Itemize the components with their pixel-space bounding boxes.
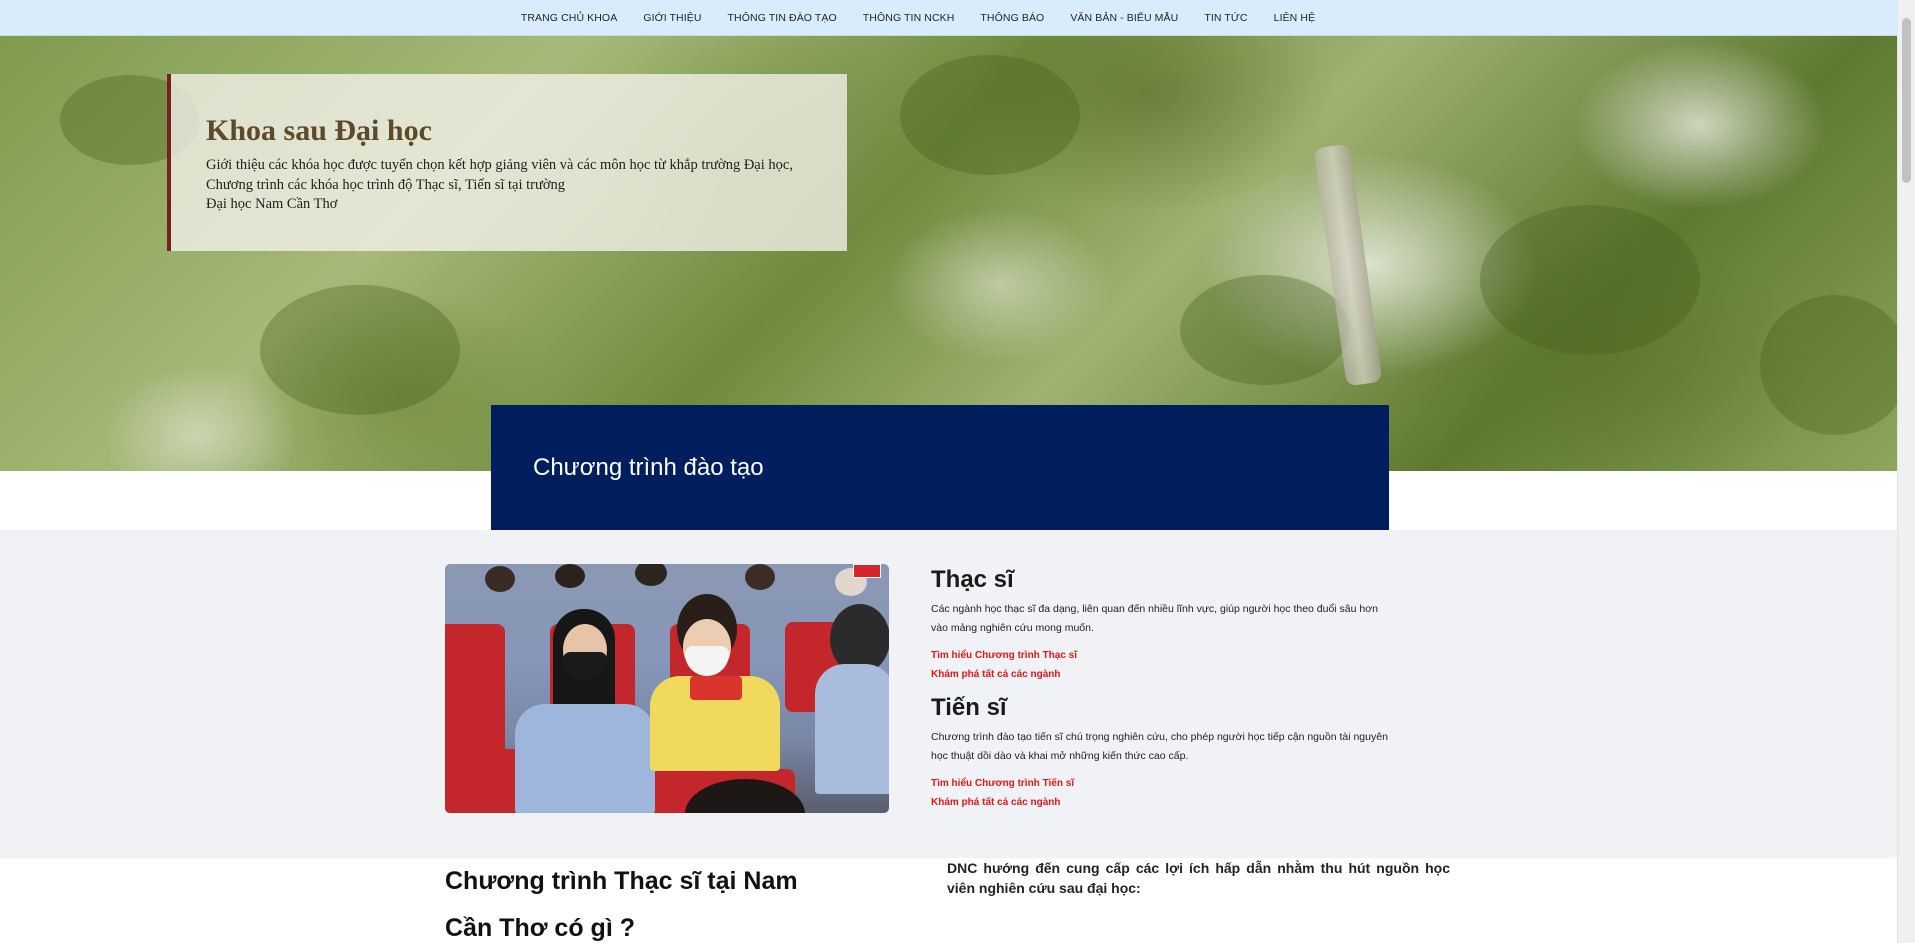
nav-item-contact[interactable]: LIÊN HỆ [1272, 12, 1318, 24]
hero-intro-line: Đại học Nam Cần Thơ [206, 196, 338, 212]
learn-masters-link[interactable]: Tìm hiểu Chương trình Thạc sĩ [931, 646, 1391, 665]
nav-item-news[interactable]: TIN TỨC [1202, 12, 1249, 24]
program-doctoral: Tiến sĩ Chương trình đào tạo tiến sĩ chú… [931, 694, 1391, 812]
hero-intro-box: Khoa sau Đại học Giới thiệu các khóa học… [167, 74, 847, 251]
photo-figure [815, 664, 889, 794]
page-scrollbar[interactable] [1897, 0, 1915, 943]
photo-figure [485, 566, 515, 592]
programs-banner: Chương trình đào tạo [491, 405, 1389, 530]
nav-item-training-info[interactable]: THÔNG TIN ĐÀO TẠO [726, 12, 839, 24]
photo-figure [690, 676, 742, 700]
nav-item-announcements[interactable]: THÔNG BÁO [978, 12, 1046, 24]
program-doctoral-description: Chương trình đào tạo tiến sĩ chú trọng n… [931, 731, 1388, 762]
masters-benefits-heading: Chương trình Thạc sĩ tại Nam Cần Thơ có … [445, 867, 798, 942]
nav-item-about[interactable]: GIỚI THIỆU [641, 12, 703, 24]
program-masters-description: Các ngành học thạc sĩ đa dạng, liên quan… [931, 603, 1378, 634]
nav-item-research-info[interactable]: THÔNG TIN NCKH [861, 12, 957, 24]
foliage-shape [900, 55, 1080, 175]
program-masters-title: Thạc sĩ [931, 566, 1014, 593]
photo-figure [555, 564, 585, 588]
foliage-shape [260, 285, 460, 415]
foliage-shape [1760, 295, 1898, 435]
explore-masters-majors-link[interactable]: Khám phá tất cả các ngành [931, 665, 1391, 684]
nav-item-documents-forms[interactable]: VĂN BẢN - BIỂU MẪU [1068, 12, 1180, 24]
top-navigation: TRANG CHỦ KHOA GIỚI THIỆU THÔNG TIN ĐÀO … [0, 0, 1898, 36]
explore-doctoral-majors-link[interactable]: Khám phá tất cả các ngành [931, 793, 1391, 812]
scrollbar-thumb[interactable] [1902, 18, 1911, 183]
photo-logo-badge [853, 564, 881, 578]
nav-item-home[interactable]: TRANG CHỦ KHOA [519, 12, 620, 24]
programs-banner-title: Chương trình đào tạo [533, 453, 764, 481]
foliage-shape [1480, 205, 1700, 355]
hero-title: Khoa sau Đại học [206, 114, 432, 147]
hero-intro-line: Chương trình các khóa học trình độ Thạc … [206, 176, 566, 193]
program-masters: Thạc sĩ Các ngành học thạc sĩ đa dạng, l… [931, 566, 1391, 684]
program-doctoral-title: Tiến sĩ [931, 694, 1007, 721]
masters-benefits-intro: DNC hướng đến cung cấp các lợi ích hấp d… [947, 860, 1450, 896]
photo-figure [515, 704, 655, 813]
photo-figure [635, 564, 667, 586]
foliage-shape [1180, 275, 1350, 385]
learn-doctoral-link[interactable]: Tìm hiểu Chương trình Tiến sĩ [931, 774, 1391, 793]
hero-intro-line: Giới thiệu các khóa học được tuyển chọn … [206, 157, 793, 173]
students-photo [445, 564, 889, 813]
photo-figure [745, 564, 775, 590]
